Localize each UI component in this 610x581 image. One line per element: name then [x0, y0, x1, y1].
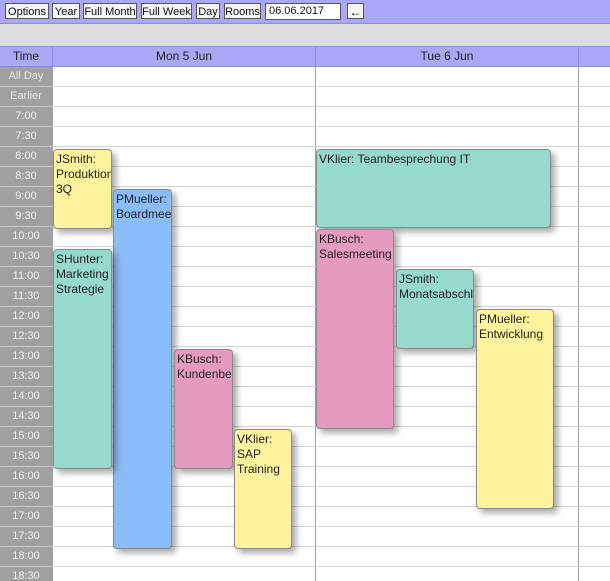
time-slot-row[interactable]: 17:00 — [0, 507, 610, 527]
calendar-grid[interactable]: All Day Earlier 7:00 7:30 8:00 8:30 9:00 9:30 10… — [0, 67, 610, 581]
event-pmueller-boardmeeting[interactable]: PMueller: Boardmeeting — [113, 189, 172, 549]
time-label: 15:30 — [0, 447, 52, 467]
time-slot-row[interactable]: Earlier — [0, 87, 610, 107]
year-view-button[interactable]: Year — [52, 3, 80, 19]
event-kbusch-kundenbesuch[interactable]: KBusch: Kundenbesuch — [174, 349, 233, 469]
time-column-header: Time — [0, 47, 53, 66]
full-week-view-button[interactable]: Full Week — [141, 3, 192, 19]
time-label: 9:00 — [0, 187, 52, 207]
time-label: 16:00 — [0, 467, 52, 487]
time-label: 15:00 — [0, 427, 52, 447]
time-label: 11:00 — [0, 267, 52, 287]
time-label: 12:30 — [0, 327, 52, 347]
event-shunter-marketing[interactable]: SHunter: Marketing Strategie — [53, 249, 112, 469]
time-slot-row[interactable]: 17:30 — [0, 527, 610, 547]
toolbar: Options Year Full Month Full Week Day Ro… — [0, 0, 610, 24]
time-slot-row[interactable]: 18:00 — [0, 547, 610, 567]
time-label: 13:30 — [0, 367, 52, 387]
time-label: 10:30 — [0, 247, 52, 267]
time-slot-row[interactable]: 10:00 — [0, 227, 610, 247]
event-jsmith-monatsabschluss[interactable]: JSmith: Monatsabschluss — [396, 269, 474, 349]
time-label: 7:00 — [0, 107, 52, 127]
time-slot-row[interactable]: 7:30 — [0, 127, 610, 147]
options-button[interactable]: Options — [5, 3, 49, 19]
time-slot-row[interactable]: All Day — [0, 67, 610, 87]
date-input[interactable]: 06.06.2017 — [265, 3, 341, 20]
time-label: 17:30 — [0, 527, 52, 547]
time-label: 17:00 — [0, 507, 52, 527]
time-label: 9:30 — [0, 207, 52, 227]
time-label: Earlier — [0, 87, 52, 107]
day-view-button[interactable]: Day — [196, 3, 220, 19]
time-label: 14:00 — [0, 387, 52, 407]
event-vklier-sap-training[interactable]: VKlier: SAP Training — [234, 429, 292, 549]
time-slot-row[interactable]: 7:00 — [0, 107, 610, 127]
time-label: 18:30 — [0, 567, 52, 581]
time-slot-row[interactable]: 18:30 — [0, 567, 610, 581]
time-label: 14:30 — [0, 407, 52, 427]
time-label: 18:00 — [0, 547, 52, 567]
rooms-view-button[interactable]: Rooms — [224, 3, 261, 19]
day-header-mon[interactable]: Mon 5 Jun — [53, 47, 316, 66]
time-label: 13:00 — [0, 347, 52, 367]
time-label: 12:00 — [0, 307, 52, 327]
event-kbusch-salesmeeting[interactable]: KBusch: Salesmeeting — [316, 229, 394, 429]
time-label: 11:30 — [0, 287, 52, 307]
time-label: 8:00 — [0, 147, 52, 167]
time-label: 7:30 — [0, 127, 52, 147]
time-label: 16:30 — [0, 487, 52, 507]
time-label: All Day — [0, 67, 52, 87]
event-jsmith-produktion[interactable]: JSmith: Produktion 3Q — [53, 149, 112, 229]
full-month-view-button[interactable]: Full Month — [83, 3, 137, 19]
event-pmueller-entwicklung[interactable]: PMueller: Entwicklung — [476, 309, 554, 509]
event-vklier-teambesprechung[interactable]: VKlier: Teambesprechung IT — [316, 149, 551, 228]
toolbar-spacer — [0, 24, 610, 46]
day-header-tue[interactable]: Tue 6 Jun — [316, 47, 579, 66]
time-label: 10:00 — [0, 227, 52, 247]
time-label: 8:30 — [0, 167, 52, 187]
back-arrow-button[interactable]: ← — [347, 3, 364, 19]
calendar-header: Time Mon 5 Jun Tue 6 Jun — [0, 46, 610, 67]
